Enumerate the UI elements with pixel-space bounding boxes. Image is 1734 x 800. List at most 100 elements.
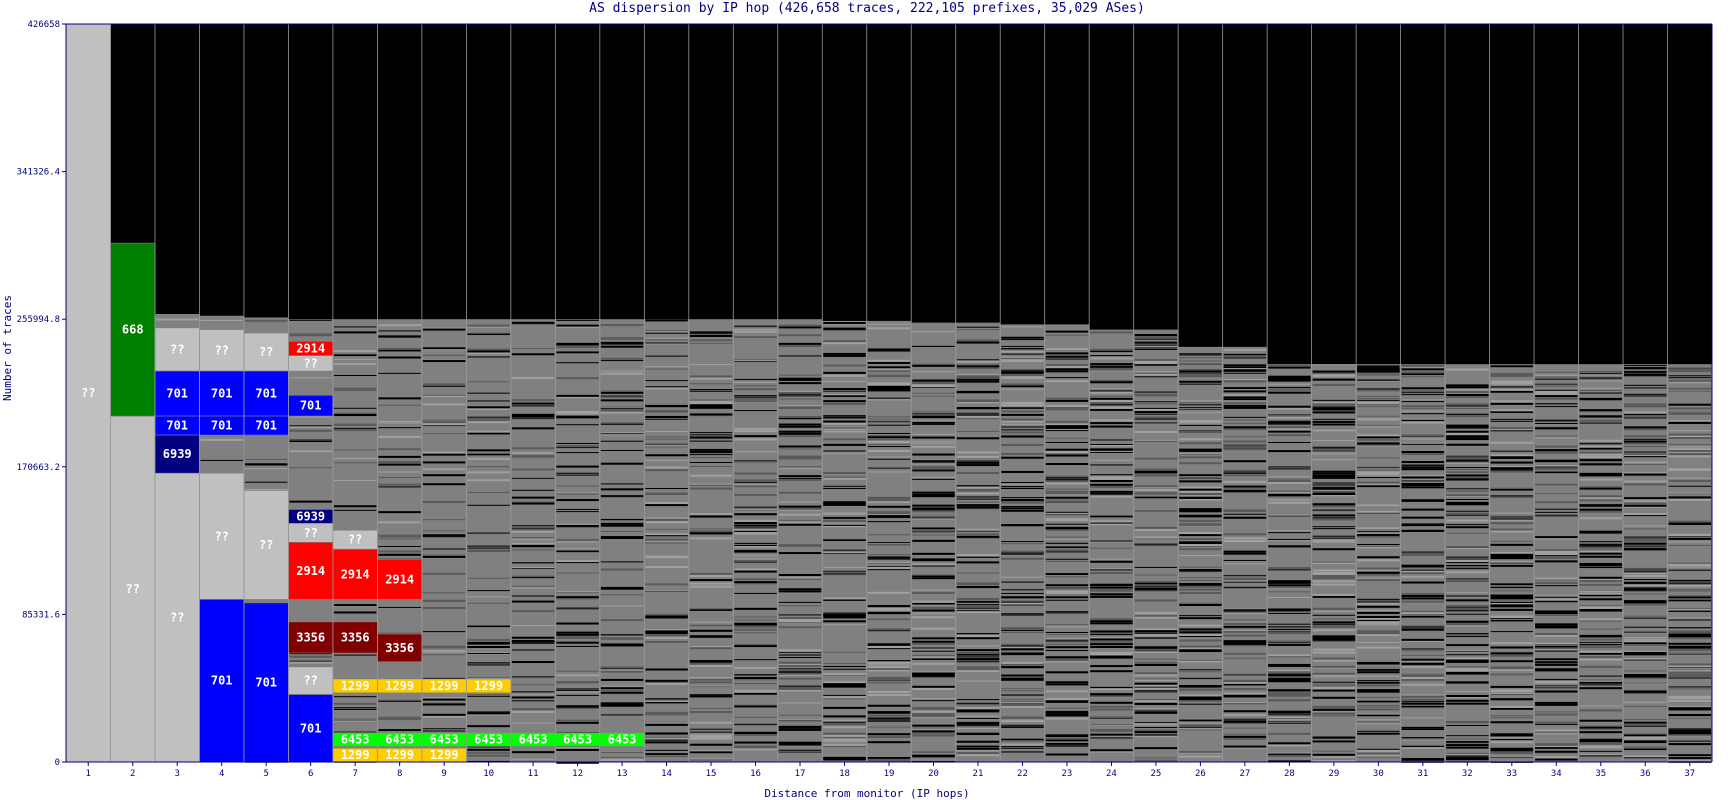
stripe — [912, 539, 955, 542]
stripe — [823, 738, 866, 741]
stripe — [689, 390, 733, 392]
stripe — [1001, 705, 1044, 708]
stripe — [1223, 460, 1267, 463]
stripe — [1490, 487, 1534, 489]
segment-label-unknownunknown-hop-4: ?? — [214, 529, 228, 543]
stripe — [1357, 713, 1400, 715]
stripe — [1624, 538, 1667, 541]
stripe — [1223, 692, 1267, 695]
stripe — [1090, 474, 1133, 476]
stripe — [1401, 638, 1445, 640]
stripe — [1134, 689, 1178, 691]
stripe — [1401, 673, 1445, 675]
stripe — [1446, 669, 1489, 672]
stripe — [1357, 438, 1400, 441]
x-tick-label: 21 — [973, 769, 984, 779]
stripe — [1312, 411, 1356, 414]
stripe — [689, 364, 733, 366]
stripe — [1624, 581, 1667, 584]
stripe — [1535, 464, 1578, 467]
stripe — [1223, 559, 1267, 561]
stripe — [1668, 717, 1711, 719]
stripe — [1045, 511, 1089, 513]
stripe — [645, 501, 688, 504]
stripe — [1179, 685, 1222, 687]
stripe — [734, 659, 777, 661]
stripe — [1045, 575, 1089, 577]
stripe — [1579, 742, 1623, 745]
stripe — [778, 415, 822, 418]
stripe — [956, 670, 1000, 672]
stripe — [645, 630, 688, 632]
stripe — [1579, 650, 1623, 653]
stripe — [467, 711, 510, 713]
stripe — [1401, 747, 1445, 750]
stripe — [645, 640, 688, 643]
stripe — [467, 590, 510, 592]
stripe — [867, 741, 911, 744]
stripe — [823, 517, 866, 519]
x-tick-label: 7 — [352, 769, 357, 779]
stripe — [289, 467, 332, 469]
stripe — [1179, 496, 1222, 499]
stripe — [422, 555, 466, 558]
stripe — [778, 728, 822, 731]
stripe — [734, 438, 777, 441]
stripe — [1134, 747, 1178, 750]
stripe — [778, 423, 822, 426]
stripe — [645, 629, 688, 631]
stripe — [1268, 663, 1311, 666]
stripe — [689, 530, 733, 533]
stripe — [1490, 564, 1534, 567]
stripe — [867, 736, 911, 739]
stripe — [1624, 506, 1667, 508]
stripe — [1490, 400, 1534, 403]
stripe — [1579, 372, 1623, 374]
stripe — [1045, 478, 1089, 480]
stripe — [823, 516, 866, 518]
stripe — [1179, 694, 1222, 697]
stripe — [823, 396, 866, 398]
stripe — [1535, 374, 1578, 376]
stripe — [1535, 385, 1578, 387]
stripe — [289, 319, 332, 321]
stripe — [1312, 715, 1356, 717]
stripe — [467, 418, 510, 421]
stripe — [1268, 680, 1311, 683]
stripe — [689, 404, 733, 406]
stripe — [1357, 436, 1400, 439]
stripe — [1579, 499, 1623, 502]
stripe — [1490, 518, 1534, 520]
stripe — [823, 322, 866, 325]
stripe — [1535, 680, 1578, 683]
x-tick-label: 34 — [1551, 769, 1562, 779]
stripe — [1446, 571, 1489, 574]
stripe — [778, 663, 822, 665]
stripe — [1312, 518, 1356, 520]
stripe — [823, 743, 866, 746]
stripe — [689, 735, 733, 738]
stripe — [1268, 386, 1311, 388]
stripe — [1490, 470, 1534, 473]
stripe — [956, 556, 1000, 558]
stripe — [912, 733, 955, 735]
stripe — [1179, 442, 1222, 445]
stripe — [1490, 692, 1534, 694]
stripe — [1001, 444, 1044, 447]
stripe — [778, 588, 822, 591]
stripe — [867, 591, 911, 594]
stripe — [689, 660, 733, 662]
stripe — [1179, 648, 1222, 650]
stripe — [1624, 387, 1667, 389]
stripe — [1357, 426, 1400, 428]
stripe — [956, 652, 1000, 655]
stripe — [912, 509, 955, 511]
stripe — [1446, 558, 1489, 560]
stripe — [1268, 581, 1311, 583]
stripe — [1134, 711, 1178, 714]
stripe — [1179, 633, 1222, 636]
stripe — [600, 360, 644, 362]
stripe — [1624, 654, 1667, 656]
stripe — [600, 488, 644, 491]
stripe — [289, 661, 332, 664]
